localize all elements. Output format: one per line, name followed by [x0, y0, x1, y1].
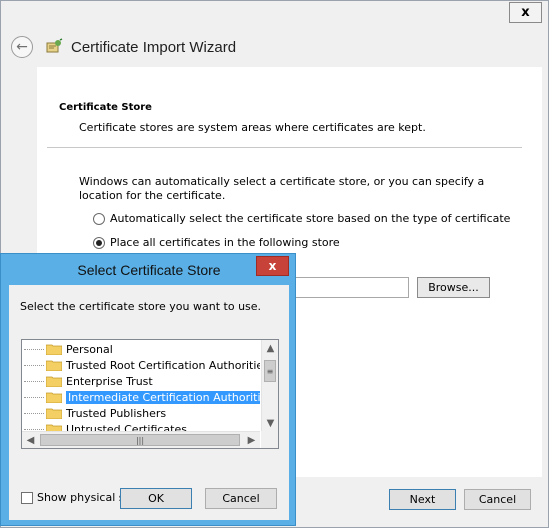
folder-icon: [46, 360, 62, 371]
section-title: Certificate Store: [59, 102, 152, 113]
radio-button-place[interactable]: [93, 236, 105, 249]
tree-connector: [24, 428, 44, 430]
certificate-store-field[interactable]: [277, 277, 409, 298]
radio-place-in-store[interactable]: Place all certificates in the following …: [93, 236, 340, 249]
tree-connector: [24, 396, 44, 398]
next-button[interactable]: Next: [389, 489, 456, 510]
scrollbar-corner: [261, 431, 278, 448]
horizontal-scrollbar[interactable]: ◀ ||| ▶: [22, 431, 260, 448]
tree-item-enterprise-trust[interactable]: Enterprise Trust: [24, 373, 153, 389]
radio-button-auto[interactable]: [93, 212, 105, 225]
cancel-button[interactable]: Cancel: [464, 489, 531, 510]
tree-connector: [24, 380, 44, 382]
tree-item-label: Trusted Root Certification Authorities: [66, 358, 260, 372]
folder-icon: [46, 344, 62, 355]
ok-button[interactable]: OK: [120, 488, 192, 509]
tree-connector: [24, 364, 44, 366]
radio-place-label: Place all certificates in the following …: [110, 236, 340, 249]
dialog-body: Select the certificate store you want to…: [9, 285, 289, 520]
scroll-down-arrow-icon[interactable]: ▼: [262, 415, 278, 432]
dialog-close-button[interactable]: x: [256, 256, 289, 276]
radio-auto-select[interactable]: Automatically select the certificate sto…: [93, 212, 510, 225]
back-button[interactable]: ←: [11, 36, 33, 58]
folder-icon: [46, 408, 62, 419]
scroll-up-arrow-icon[interactable]: ▲: [262, 340, 278, 357]
intro-text: Windows can automatically select a certi…: [79, 175, 485, 202]
divider: [47, 147, 522, 148]
tree-item-label: Personal: [66, 342, 113, 356]
tree-item-label: Enterprise Trust: [66, 374, 153, 388]
store-tree-items: Personal Trusted Root Certification Auth…: [22, 340, 260, 432]
section-description: Certificate stores are system areas wher…: [79, 121, 426, 134]
tree-item-trusted-root[interactable]: Trusted Root Certification Authorities: [24, 357, 260, 373]
tree-item-label: Intermediate Certification Authorities: [66, 390, 260, 404]
dialog-prompt: Select the certificate store you want to…: [20, 300, 262, 313]
tree-connector: [24, 412, 44, 414]
scroll-right-arrow-icon[interactable]: ▶: [243, 432, 260, 448]
folder-icon: [46, 376, 62, 387]
tree-item-intermediate-ca[interactable]: Intermediate Certification Authorities: [24, 389, 260, 405]
close-icon: x: [521, 5, 530, 20]
folder-icon: [46, 392, 62, 403]
select-certificate-store-dialog: Select Certificate Store x Select the ce…: [0, 253, 296, 526]
window-close-button[interactable]: x: [509, 2, 542, 23]
horizontal-scroll-thumb[interactable]: |||: [40, 434, 240, 446]
radio-selected-dot: [96, 239, 102, 246]
scroll-left-arrow-icon[interactable]: ◀: [22, 432, 39, 448]
vertical-scrollbar[interactable]: ▲ ≡ ▼: [261, 340, 278, 432]
tree-item-label: Trusted Publishers: [66, 406, 167, 420]
tree-item-personal[interactable]: Personal: [24, 341, 113, 357]
show-physical-stores-checkbox[interactable]: [21, 491, 33, 504]
wizard-title: Certificate Import Wizard: [71, 38, 237, 56]
store-tree-view[interactable]: Personal Trusted Root Certification Auth…: [21, 339, 279, 449]
certificate-wizard-icon: [46, 38, 63, 53]
close-icon: x: [268, 259, 277, 273]
tree-item-trusted-publishers[interactable]: Trusted Publishers: [24, 405, 166, 421]
wizard-header: ← Certificate Import Wizard: [11, 35, 236, 59]
tree-connector: [24, 348, 44, 350]
browse-button[interactable]: Browse...: [417, 277, 490, 298]
dialog-cancel-button[interactable]: Cancel: [205, 488, 277, 509]
dialog-title: Select Certificate Store: [77, 262, 221, 278]
radio-auto-label: Automatically select the certificate sto…: [110, 212, 511, 225]
vertical-scroll-thumb[interactable]: ≡: [264, 360, 276, 382]
back-arrow-icon: ←: [16, 39, 28, 55]
